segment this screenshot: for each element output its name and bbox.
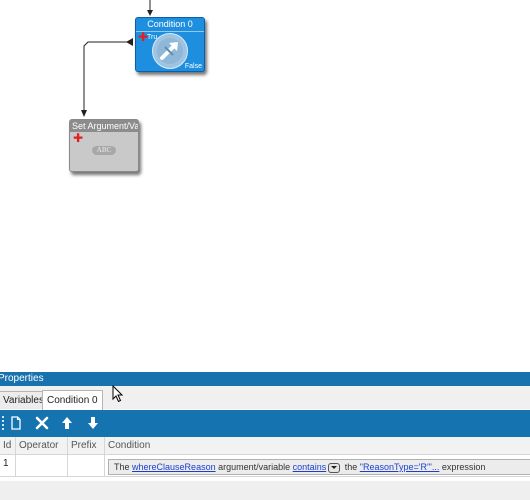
cell-operator[interactable]: [16, 455, 68, 477]
mouse-pointer-icon: [112, 385, 124, 403]
properties-title: Properties: [0, 373, 44, 384]
properties-tabs: Variables Condition 0: [0, 386, 530, 410]
operator-dropdown-icon[interactable]: [328, 462, 341, 473]
condition-node[interactable]: Condition 0 ✚ Tru False: [135, 17, 205, 72]
cond-text-the: The: [114, 462, 130, 472]
col-header-prefix[interactable]: Prefix: [68, 437, 105, 455]
condition-icon: [152, 33, 188, 69]
connector-lines: [81, 0, 153, 117]
false-port-label: False: [184, 63, 202, 70]
cond-text-the-2: the: [344, 462, 358, 472]
toolbar-grip[interactable]: [2, 416, 4, 430]
add-step-icon[interactable]: ✚: [73, 132, 83, 144]
panel-footer: [0, 481, 530, 500]
col-header-operator[interactable]: Operator: [16, 437, 68, 455]
abc-badge: ABC: [92, 146, 116, 155]
cond-text-argument: argument/variable: [218, 462, 291, 472]
cell-id[interactable]: 1: [0, 455, 16, 477]
properties-header: Properties: [0, 372, 530, 386]
set-argument-node[interactable]: Set Argument/Vari ✚ ABC: [69, 119, 139, 172]
condition-grid: Id Operator Prefix Condition 1 The where…: [0, 437, 530, 481]
col-header-condition[interactable]: Condition: [105, 437, 530, 455]
col-header-id[interactable]: Id: [0, 437, 16, 455]
cell-prefix[interactable]: [68, 455, 105, 477]
properties-toolbar: [0, 410, 530, 437]
cond-link-variable[interactable]: whereClauseReason: [132, 462, 216, 472]
tab-condition-0[interactable]: Condition 0: [42, 390, 103, 410]
cond-text-expression: expression: [441, 462, 486, 472]
workflow-canvas[interactable]: Condition 0 ✚ Tru False Set Argument/Var…: [0, 0, 530, 370]
condition-expression[interactable]: The whereClauseReason argument/variable …: [108, 459, 530, 475]
cond-link-value[interactable]: "ReasonType='R'"...: [360, 462, 440, 472]
cond-link-operator[interactable]: contains: [293, 462, 327, 472]
move-down-arrow-icon[interactable]: [85, 415, 101, 431]
delete-x-icon[interactable]: [34, 415, 50, 431]
move-up-arrow-icon[interactable]: [59, 415, 75, 431]
new-page-icon[interactable]: [8, 415, 24, 431]
